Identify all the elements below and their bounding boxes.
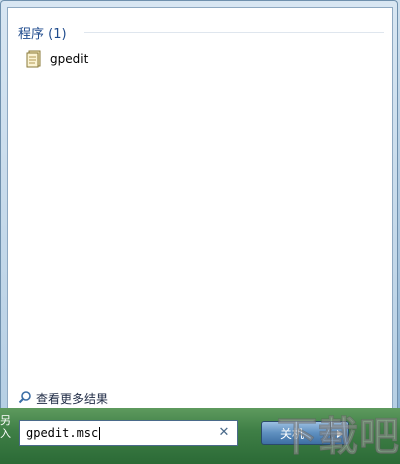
section-divider xyxy=(84,32,384,33)
search-icon xyxy=(18,389,32,408)
result-item-label: gpedit xyxy=(50,52,89,66)
search-results-pane: 程序 (1) gpedit 查看更多结果 xyxy=(7,7,393,409)
shutdown-options-button[interactable] xyxy=(331,421,349,445)
text-caret xyxy=(99,427,101,440)
close-icon[interactable]: ✕ xyxy=(217,426,231,440)
see-more-results-link[interactable]: 查看更多结果 xyxy=(18,389,108,408)
start-menu-frame: 程序 (1) gpedit 查看更多结果 xyxy=(0,0,398,410)
strip-edge-text: 另入 xyxy=(0,414,11,440)
result-item-gpedit[interactable]: gpedit xyxy=(26,49,176,69)
section-title-programs: 程序 (1) xyxy=(18,27,67,42)
shutdown-button-label: 关机 xyxy=(280,426,305,441)
document-icon xyxy=(26,50,42,68)
see-more-results-label: 查看更多结果 xyxy=(36,392,109,406)
shutdown-button[interactable]: 关机 xyxy=(261,421,331,445)
search-input-value[interactable]: gpedit.msc xyxy=(20,426,217,440)
search-input[interactable]: gpedit.msc ✕ xyxy=(19,420,238,446)
start-menu: 程序 (1) gpedit 查看更多结果 另入 gpedit.msc ✕ 关机 … xyxy=(0,0,400,464)
triangle-right-icon xyxy=(336,424,344,443)
